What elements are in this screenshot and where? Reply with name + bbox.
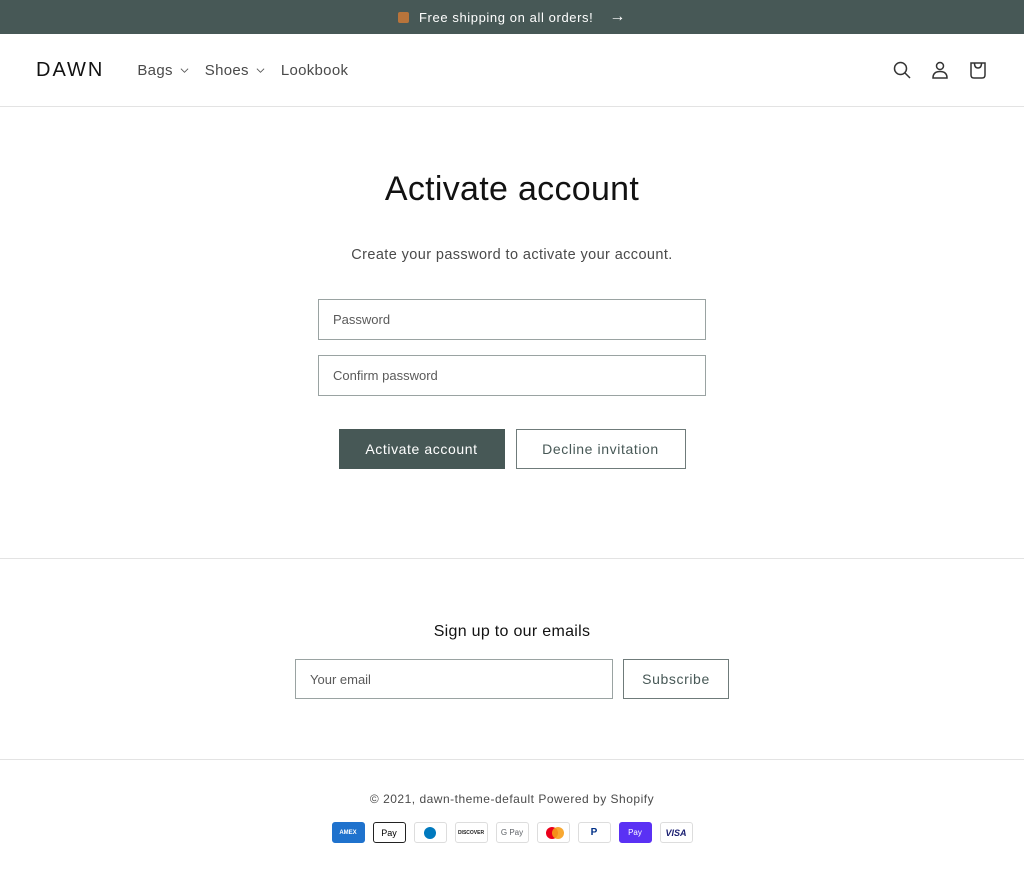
account-icon[interactable]: [930, 60, 950, 80]
site-footer: © 2021, dawn-theme-default Powered by Sh…: [0, 760, 1024, 843]
nav-item-label: Bags: [137, 61, 173, 79]
decline-invitation-button[interactable]: Decline invitation: [515, 429, 686, 469]
chevron-down-icon: [180, 67, 189, 73]
main-nav: Bags Shoes Lookbook: [137, 62, 364, 79]
email-field[interactable]: [295, 659, 613, 699]
page-subtitle: Create your password to activate your ac…: [351, 247, 673, 263]
newsletter-form: Subscribe: [0, 659, 1024, 699]
amex-icon: AMEX: [331, 822, 365, 843]
newsletter-section: Sign up to our emails Subscribe: [0, 559, 1024, 760]
nav-item-bags[interactable]: Bags: [137, 61, 189, 79]
form-actions: Activate account Decline invitation: [0, 429, 1024, 469]
site-header: DAWN Bags Shoes Lookbook: [0, 34, 1024, 107]
newsletter-title: Sign up to our emails: [433, 623, 591, 640]
discover-icon: DISCOVER: [454, 822, 488, 843]
cart-icon[interactable]: [968, 60, 988, 80]
nav-item-shoes[interactable]: Shoes: [205, 62, 265, 79]
mastercard-icon: [536, 822, 570, 843]
paypal-icon: P: [577, 822, 611, 843]
visa-icon: VISA: [659, 822, 693, 843]
nav-item-label: Lookbook: [280, 61, 349, 79]
page-title: Activate account: [384, 170, 640, 208]
package-icon: [398, 11, 410, 23]
arrow-right-icon: →: [609, 8, 626, 25]
logo[interactable]: DAWN: [36, 59, 104, 82]
chevron-down-icon: [256, 67, 265, 73]
subscribe-button[interactable]: Subscribe: [623, 659, 729, 699]
password-input[interactable]: [333, 312, 705, 327]
nav-item-lookbook[interactable]: Lookbook: [281, 62, 348, 79]
google-pay-icon: G Pay: [495, 822, 529, 843]
password-field[interactable]: [318, 299, 706, 340]
apple-pay-icon: Pay: [372, 822, 406, 843]
shop-pay-icon: Pay: [618, 822, 652, 843]
confirm-password-field[interactable]: [318, 355, 706, 396]
payment-icons: AMEX Pay DISCOVER G Pay P Pay VISA: [0, 822, 1024, 843]
diners-club-icon: [413, 822, 447, 843]
announcement-text: Free shipping on all orders!: [419, 9, 594, 25]
header-icons: [892, 34, 988, 106]
activate-account-button[interactable]: Activate account: [338, 429, 505, 469]
nav-item-label: Shoes: [204, 61, 249, 79]
activate-account-section: Activate account Create your password to…: [0, 107, 1024, 559]
copyright: © 2021, dawn-theme-default Powered by Sh…: [369, 792, 655, 806]
email-input[interactable]: [310, 671, 612, 687]
confirm-password-input[interactable]: [333, 368, 705, 383]
search-icon[interactable]: [892, 60, 912, 80]
announcement-bar[interactable]: Free shipping on all orders! →: [0, 0, 1024, 34]
